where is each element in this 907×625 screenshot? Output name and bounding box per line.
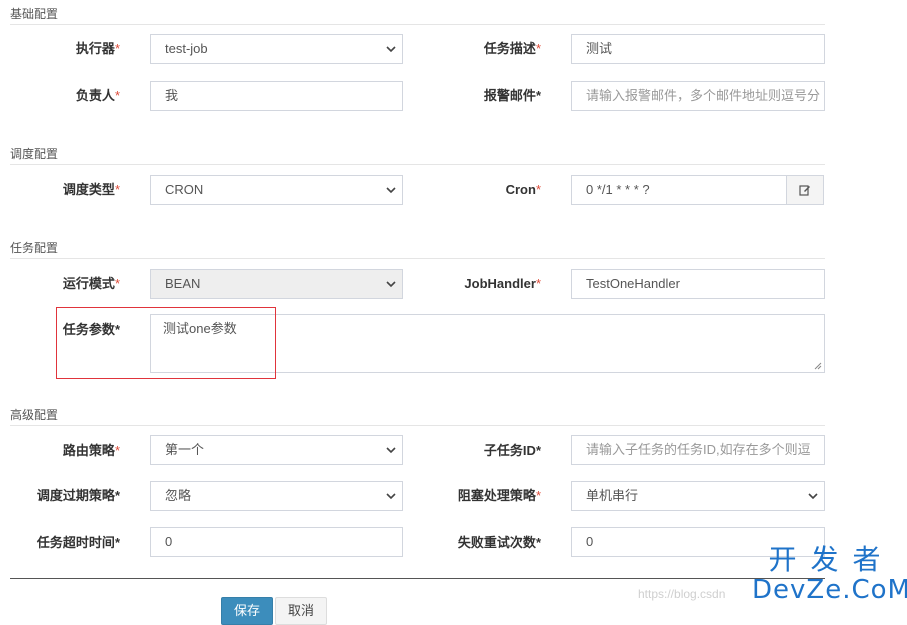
save-button[interactable]: 保存 <box>221 597 274 625</box>
watermark-url: https://blog.csdn <box>638 587 726 601</box>
footer-divider <box>10 578 825 579</box>
label-cron: Cron* <box>505 182 541 197</box>
chevron-down-icon <box>386 281 396 288</box>
label-schedule-type: 调度类型* <box>62 182 120 197</box>
section-title-task: 任务配置 <box>10 240 825 259</box>
misfire-strategy-value: 忽略 <box>165 488 192 503</box>
cron-input[interactable]: 0 */1 * * * ? <box>571 175 788 205</box>
label-fail-retry: 失败重试次数* <box>457 535 541 550</box>
executor-select[interactable]: test-job <box>150 34 403 64</box>
route-strategy-select[interactable]: 第一个 <box>150 435 403 465</box>
label-job-handler: JobHandler* <box>464 276 541 291</box>
section-title-basic: 基础配置 <box>10 6 825 25</box>
label-job-desc: 任务描述* <box>483 41 541 56</box>
route-strategy-value: 第一个 <box>165 442 205 457</box>
executor-value: test-job <box>165 41 208 56</box>
timeout-input[interactable]: 0 <box>150 527 403 557</box>
section-title-schedule: 调度配置 <box>10 146 825 165</box>
label-owner: 负责人* <box>75 88 120 103</box>
chevron-down-icon <box>386 447 396 454</box>
label-executor: 执行器* <box>75 41 120 56</box>
block-strategy-select[interactable]: 单机串行 <box>571 481 825 511</box>
run-mode-select[interactable]: BEAN <box>150 269 403 299</box>
chevron-down-icon <box>386 187 396 194</box>
cron-edit-button[interactable] <box>786 175 824 205</box>
watermark-logo-top: 开发者 <box>768 543 895 576</box>
label-misfire-strategy: 调度过期策略* <box>36 488 120 503</box>
label-run-mode: 运行模式* <box>62 276 120 291</box>
job-handler-input[interactable]: TestOneHandler <box>571 269 825 299</box>
watermark-logo-bottom: DevZe.CoM <box>752 575 907 605</box>
edit-icon <box>799 185 810 196</box>
child-job-id-input[interactable]: 请输入子任务的任务ID,如存在多个则逗 <box>571 435 825 465</box>
label-block-strategy: 阻塞处理策略* <box>457 488 541 503</box>
alarm-email-input[interactable]: 请输入报警邮件，多个邮件地址则逗号分 <box>571 81 825 111</box>
watermark-logo: 开发者 DevZe.CoM <box>752 543 907 605</box>
cancel-button[interactable]: 取消 <box>275 597 328 625</box>
label-child-job-id: 子任务ID* <box>483 443 541 458</box>
chevron-down-icon <box>808 493 818 500</box>
block-strategy-value: 单机串行 <box>586 488 639 503</box>
job-desc-input[interactable]: 测试 <box>571 34 825 64</box>
misfire-strategy-select[interactable]: 忽略 <box>150 481 403 511</box>
label-alarm-email: 报警邮件* <box>483 88 541 103</box>
chevron-down-icon <box>386 493 396 500</box>
label-timeout: 任务超时时间* <box>36 535 120 550</box>
section-title-advanced: 高级配置 <box>10 407 825 426</box>
schedule-type-select[interactable]: CRON <box>150 175 403 205</box>
run-mode-value: BEAN <box>165 276 201 291</box>
resize-handle-icon[interactable] <box>814 362 822 370</box>
highlight-box <box>56 307 276 379</box>
schedule-type-value: CRON <box>165 182 204 197</box>
chevron-down-icon <box>386 46 396 53</box>
label-route-strategy: 路由策略* <box>62 443 120 458</box>
owner-input[interactable]: 我 <box>150 81 403 111</box>
